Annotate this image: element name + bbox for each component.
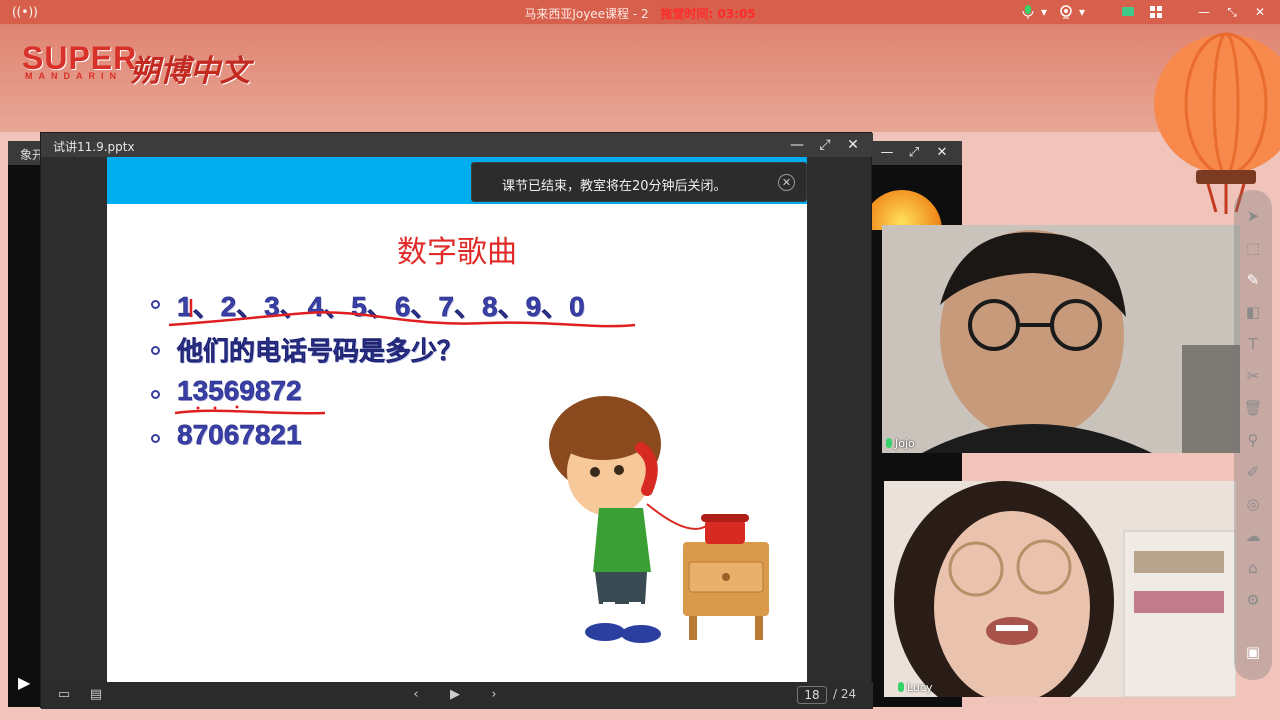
bullet-text: 13569872 [177, 375, 302, 407]
student-video-tile[interactable]: Jojo [882, 225, 1240, 453]
student-video-feed [882, 225, 1240, 453]
participant-name-text: Jojo [895, 437, 915, 450]
logo-mandarin: MANDARIN [25, 71, 122, 81]
pointer-icon[interactable]: ➤ [1243, 206, 1263, 226]
bullet-item: 1、2、3、4、5、6、7、8、9、0 [147, 285, 707, 325]
prev-slide-icon[interactable]: ‹ [407, 687, 425, 703]
maximize-icon[interactable]: ⤢ [905, 144, 923, 162]
sidebar-toggle-icon[interactable]: ▭ [55, 687, 73, 703]
app-title-text: 马来西亚Joyee课程 - 2 [524, 7, 649, 21]
teacher-video-tile[interactable]: Lucy [884, 481, 1236, 697]
bullet-dot [151, 346, 160, 355]
page-total-value: 24 [840, 687, 857, 701]
page-separator: / [833, 687, 838, 701]
chat-icon[interactable]: ◎ [1243, 494, 1263, 514]
cloud-icon[interactable]: ☁ [1243, 526, 1263, 546]
pen-icon[interactable]: ✎ [1243, 270, 1263, 290]
play-slideshow-icon[interactable]: ▶ [446, 687, 464, 703]
participant-name: Lucy [898, 681, 932, 694]
edit-icon[interactable]: ✐ [1243, 462, 1263, 482]
play-icon[interactable]: ▶ [18, 673, 36, 692]
bullet-text: 87067821 [177, 419, 302, 451]
boy-telephone-icon [549, 396, 769, 643]
close-icon[interactable]: ✕ [1252, 4, 1268, 20]
camera-icon[interactable] [1058, 4, 1074, 20]
notes-icon[interactable]: ▤ [87, 687, 105, 703]
bullet-text: 1、2、3、4、5、6、7、8、9、0 [177, 291, 585, 323]
chevron-down-icon[interactable]: ▾ [1036, 4, 1052, 20]
select-area-icon[interactable]: ⬚ [1243, 238, 1263, 258]
participant-name-text: Lucy [907, 681, 933, 694]
toast-message: 课节已结束，教室将在20分钟后关闭。 [502, 179, 727, 194]
close-icon[interactable]: ✕ [933, 144, 951, 162]
mic-icon [886, 438, 892, 448]
teacher-video-feed [884, 481, 1236, 697]
ppt-toolbar: ▭ ▤ ‹ ▶ › 18 / 24 [41, 682, 873, 709]
close-icon[interactable]: ✕ [778, 174, 795, 191]
mic-icon[interactable] [1020, 4, 1036, 20]
screen-icon[interactable] [1120, 4, 1136, 20]
bullet-dot [151, 434, 160, 443]
grid-icon[interactable] [1148, 4, 1164, 20]
bullet-text: 他们的电话号码是多少？ [177, 337, 464, 368]
settings-icon[interactable]: ⚙ [1243, 590, 1263, 610]
eraser-icon[interactable]: ◧ [1243, 302, 1263, 322]
trash-icon[interactable]: 🗑 [1243, 398, 1263, 418]
participant-name: Jojo [886, 437, 915, 450]
whiteboard-toolbar: ➤ ⬚ ✎ ◧ T ✂ 🗑 ⚲ ✐ ◎ ☁ ⌂ ⚙ ▣ [1234, 190, 1272, 680]
scissors-icon[interactable]: ✂ [1243, 366, 1263, 386]
layout-icon[interactable]: ▣ [1243, 642, 1263, 662]
class-ended-toast: 课节已结束，教室将在20分钟后关闭。 ✕ [471, 162, 807, 202]
ppt-window-title: 试讲11.9.pptx [53, 140, 135, 154]
page-number-input[interactable]: 18 [797, 686, 827, 704]
maximize-icon[interactable]: ⤢ [816, 136, 834, 154]
bullet-dot [151, 300, 160, 309]
ppt-viewer-window: 试讲11.9.pptx — ⤢ ✕ 数字歌曲 1、2、3、4、5、6、7、8、9… [40, 132, 873, 709]
logo-chinese: 朔博中文 [130, 54, 250, 89]
gift-icon[interactable]: ⌂ [1243, 558, 1263, 578]
slide-title: 数字歌曲 [397, 235, 517, 270]
next-slide-icon[interactable]: › [485, 687, 503, 703]
app-titlebar: ((•)) 马来西亚Joyee课程 - 2 拖堂时间: 03:05 ▾ ▾ — … [0, 0, 1280, 24]
zoom-icon[interactable]: ⚲ [1243, 430, 1263, 450]
text-icon[interactable]: T [1243, 334, 1263, 354]
slide-canvas[interactable]: 数字歌曲 1、2、3、4、5、6、7、8、9、0 他们的电话号码是多少？ 135… [107, 157, 807, 682]
minimize-icon[interactable]: — [788, 136, 806, 154]
brand-logo: SUPER MANDARIN 朔博中文 [22, 40, 282, 90]
overtime-timer: 拖堂时间: 03:05 [660, 7, 756, 21]
minimize-icon[interactable]: — [878, 144, 896, 162]
lantern-decoration-icon [1154, 32, 1280, 214]
mic-icon [898, 682, 904, 692]
close-icon[interactable]: ✕ [844, 136, 862, 154]
restore-icon[interactable]: ⤡ [1224, 4, 1240, 20]
bullet-dot [151, 390, 160, 399]
bullet-item: 他们的电话号码是多少？ [147, 331, 707, 371]
ppt-window-titlebar[interactable]: 试讲11.9.pptx — ⤢ ✕ [41, 133, 873, 157]
chevron-down-icon[interactable]: ▾ [1074, 4, 1090, 20]
minimize-icon[interactable]: — [1196, 4, 1212, 20]
page-total: / 24 [833, 687, 856, 701]
